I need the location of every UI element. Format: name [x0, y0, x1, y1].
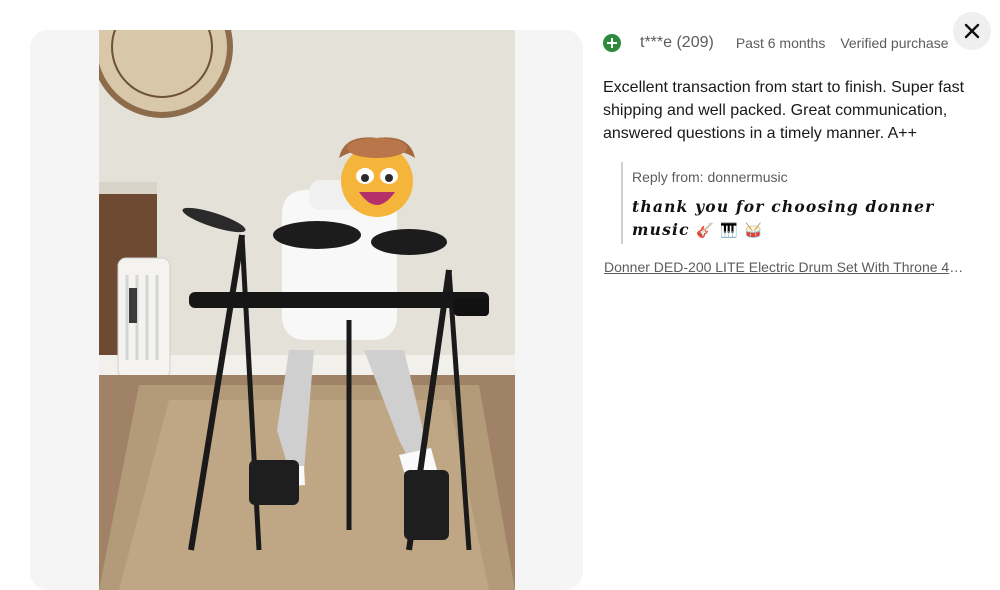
- reply-text: thank you for choosing donner music: [632, 197, 935, 239]
- seller-reply: Reply from: donnermusic thank you for ch…: [621, 162, 972, 244]
- review-photo: [99, 30, 515, 590]
- review-photo-panel: [30, 30, 583, 590]
- plus-circle-icon: [603, 34, 621, 52]
- guitar-icon: 🎸: [696, 223, 714, 239]
- verified-purchase-label: Verified purchase: [840, 35, 949, 51]
- drum-icon: 🥁: [744, 223, 762, 239]
- photo-illustration: [99, 30, 515, 590]
- product-link[interactable]: Donner DED-200 LITE Electric Drum Set Wi…: [604, 259, 968, 275]
- review-detail: t***e (209) Past 6 months Verified purch…: [603, 0, 975, 579]
- reviewer-name: t***e (209): [640, 34, 714, 51]
- reply-from-label: Reply from: donnermusic: [632, 169, 788, 185]
- review-text: Excellent transaction from start to fini…: [603, 79, 965, 142]
- close-button[interactable]: [953, 12, 991, 50]
- piano-keys-icon: 🎹: [720, 223, 738, 239]
- review-header: t***e (209) Past 6 months Verified purch…: [603, 32, 963, 54]
- close-icon: [964, 23, 980, 39]
- review-time: Past 6 months: [735, 35, 826, 51]
- reply-text-block: thank you for choosing donner music 🎸 🎹 …: [632, 195, 952, 243]
